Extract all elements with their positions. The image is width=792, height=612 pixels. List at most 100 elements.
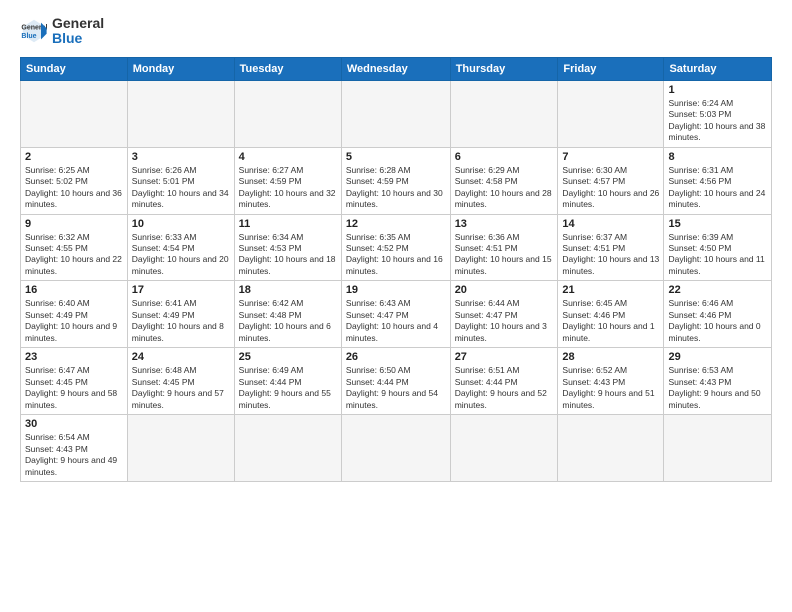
day-info: Sunrise: 6:34 AMSunset: 4:53 PMDaylight:… [239, 232, 337, 278]
calendar-day-cell [127, 415, 234, 482]
calendar-week-row: 9 Sunrise: 6:32 AMSunset: 4:55 PMDaylight… [21, 214, 772, 281]
day-number: 19 [346, 284, 446, 296]
day-number: 22 [668, 284, 767, 296]
logo-general: General [52, 16, 104, 31]
day-info: Sunrise: 6:43 AMSunset: 4:47 PMDaylight:… [346, 298, 446, 344]
page: General Blue General Blue SundayMondayTu… [0, 0, 792, 612]
day-info: Sunrise: 6:52 AMSunset: 4:43 PMDaylight:… [562, 365, 659, 411]
calendar-day-cell: 20 Sunrise: 6:44 AMSunset: 4:47 PMDayligh… [450, 281, 558, 348]
calendar-day-cell [558, 415, 664, 482]
header: General Blue General Blue [20, 16, 772, 47]
day-number: 14 [562, 218, 659, 230]
calendar-day-cell [558, 80, 664, 147]
day-info: Sunrise: 6:40 AMSunset: 4:49 PMDaylight:… [25, 298, 123, 344]
day-info: Sunrise: 6:54 AMSunset: 4:43 PMDaylight:… [25, 432, 123, 478]
day-number: 7 [562, 151, 659, 163]
day-info: Sunrise: 6:33 AMSunset: 4:54 PMDaylight:… [132, 232, 230, 278]
calendar-day-cell: 11 Sunrise: 6:34 AMSunset: 4:53 PMDayligh… [234, 214, 341, 281]
calendar-day-cell: 1 Sunrise: 6:24 AMSunset: 5:03 PMDaylight… [664, 80, 772, 147]
calendar-day-cell: 7 Sunrise: 6:30 AMSunset: 4:57 PMDaylight… [558, 147, 664, 214]
day-number: 13 [455, 218, 554, 230]
day-number: 3 [132, 151, 230, 163]
calendar-day-cell [341, 415, 450, 482]
day-info: Sunrise: 6:32 AMSunset: 4:55 PMDaylight:… [25, 232, 123, 278]
calendar-day-cell: 30 Sunrise: 6:54 AMSunset: 4:43 PMDayligh… [21, 415, 128, 482]
day-number: 16 [25, 284, 123, 296]
day-info: Sunrise: 6:53 AMSunset: 4:43 PMDaylight:… [668, 365, 767, 411]
svg-text:Blue: Blue [21, 33, 36, 40]
day-info: Sunrise: 6:37 AMSunset: 4:51 PMDaylight:… [562, 232, 659, 278]
calendar-day-cell [234, 415, 341, 482]
calendar-week-row: 23 Sunrise: 6:47 AMSunset: 4:45 PMDayligh… [21, 348, 772, 415]
day-number: 21 [562, 284, 659, 296]
day-of-week-header: Monday [127, 57, 234, 80]
day-info: Sunrise: 6:46 AMSunset: 4:46 PMDaylight:… [668, 298, 767, 344]
calendar-day-cell: 26Sunrise: 6:50 AMSunset: 4:44 PMDayligh… [341, 348, 450, 415]
day-info: Sunrise: 6:45 AMSunset: 4:46 PMDaylight:… [562, 298, 659, 344]
calendar-day-cell: 9 Sunrise: 6:32 AMSunset: 4:55 PMDaylight… [21, 214, 128, 281]
day-number: 11 [239, 218, 337, 230]
day-number: 20 [455, 284, 554, 296]
day-info: Sunrise: 6:49 AMSunset: 4:44 PMDaylight:… [239, 365, 337, 411]
day-info: Sunrise: 6:28 AMSunset: 4:59 PMDaylight:… [346, 165, 446, 211]
day-info: Sunrise: 6:35 AMSunset: 4:52 PMDaylight:… [346, 232, 446, 278]
day-number: 27 [455, 351, 554, 363]
day-info: Sunrise: 6:31 AMSunset: 4:56 PMDaylight:… [668, 165, 767, 211]
calendar-day-cell: 25 Sunrise: 6:49 AMSunset: 4:44 PMDayligh… [234, 348, 341, 415]
calendar-day-cell: 2Sunrise: 6:25 AMSunset: 5:02 PMDaylight… [21, 147, 128, 214]
calendar-day-cell: 10 Sunrise: 6:33 AMSunset: 4:54 PMDayligh… [127, 214, 234, 281]
day-info: Sunrise: 6:41 AMSunset: 4:49 PMDaylight:… [132, 298, 230, 344]
day-of-week-header: Sunday [21, 57, 128, 80]
calendar-day-cell: 16 Sunrise: 6:40 AMSunset: 4:49 PMDayligh… [21, 281, 128, 348]
day-number: 30 [25, 418, 123, 430]
calendar-day-cell: 12 Sunrise: 6:35 AMSunset: 4:52 PMDayligh… [341, 214, 450, 281]
calendar-week-row: 16 Sunrise: 6:40 AMSunset: 4:49 PMDayligh… [21, 281, 772, 348]
day-of-week-header: Tuesday [234, 57, 341, 80]
calendar-header-row: SundayMondayTuesdayWednesdayThursdayFrid… [21, 57, 772, 80]
day-number: 25 [239, 351, 337, 363]
calendar-day-cell [341, 80, 450, 147]
logo-icon: General Blue [20, 17, 48, 45]
day-info: Sunrise: 6:44 AMSunset: 4:47 PMDaylight:… [455, 298, 554, 344]
day-number: 8 [668, 151, 767, 163]
calendar-day-cell [21, 80, 128, 147]
day-number: 10 [132, 218, 230, 230]
calendar-day-cell: 5 Sunrise: 6:28 AMSunset: 4:59 PMDaylight… [341, 147, 450, 214]
calendar-week-row: 30 Sunrise: 6:54 AMSunset: 4:43 PMDayligh… [21, 415, 772, 482]
day-info: Sunrise: 6:47 AMSunset: 4:45 PMDaylight:… [25, 365, 123, 411]
calendar-day-cell: 15Sunrise: 6:39 AMSunset: 4:50 PMDayligh… [664, 214, 772, 281]
calendar-day-cell: 14 Sunrise: 6:37 AMSunset: 4:51 PMDayligh… [558, 214, 664, 281]
day-number: 12 [346, 218, 446, 230]
day-number: 24 [132, 351, 230, 363]
calendar-day-cell: 21 Sunrise: 6:45 AMSunset: 4:46 PMDayligh… [558, 281, 664, 348]
day-number: 5 [346, 151, 446, 163]
day-number: 4 [239, 151, 337, 163]
calendar-day-cell [450, 415, 558, 482]
day-info: Sunrise: 6:39 AMSunset: 4:50 PMDaylight:… [668, 232, 767, 278]
day-number: 28 [562, 351, 659, 363]
day-number: 1 [668, 84, 767, 96]
calendar-day-cell: 8 Sunrise: 6:31 AMSunset: 4:56 PMDaylight… [664, 147, 772, 214]
calendar-day-cell: 4 Sunrise: 6:27 AMSunset: 4:59 PMDaylight… [234, 147, 341, 214]
day-of-week-header: Saturday [664, 57, 772, 80]
calendar-day-cell: 28 Sunrise: 6:52 AMSunset: 4:43 PMDayligh… [558, 348, 664, 415]
calendar-day-cell: 18Sunrise: 6:42 AMSunset: 4:48 PMDayligh… [234, 281, 341, 348]
day-of-week-header: Friday [558, 57, 664, 80]
day-info: Sunrise: 6:24 AMSunset: 5:03 PMDaylight:… [668, 98, 767, 144]
day-info: Sunrise: 6:25 AMSunset: 5:02 PMDaylight:… [25, 165, 123, 211]
day-of-week-header: Wednesday [341, 57, 450, 80]
day-info: Sunrise: 6:29 AMSunset: 4:58 PMDaylight:… [455, 165, 554, 211]
calendar-day-cell: 6 Sunrise: 6:29 AMSunset: 4:58 PMDaylight… [450, 147, 558, 214]
day-number: 9 [25, 218, 123, 230]
day-number: 6 [455, 151, 554, 163]
logo: General Blue General Blue [20, 16, 104, 47]
calendar-day-cell [664, 415, 772, 482]
calendar-day-cell: 23 Sunrise: 6:47 AMSunset: 4:45 PMDayligh… [21, 348, 128, 415]
calendar-day-cell: 17Sunrise: 6:41 AMSunset: 4:49 PMDayligh… [127, 281, 234, 348]
day-number: 23 [25, 351, 123, 363]
day-info: Sunrise: 6:30 AMSunset: 4:57 PMDaylight:… [562, 165, 659, 211]
day-info: Sunrise: 6:27 AMSunset: 4:59 PMDaylight:… [239, 165, 337, 211]
day-info: Sunrise: 6:36 AMSunset: 4:51 PMDaylight:… [455, 232, 554, 278]
day-info: Sunrise: 6:42 AMSunset: 4:48 PMDaylight:… [239, 298, 337, 344]
calendar-day-cell: 19 Sunrise: 6:43 AMSunset: 4:47 PMDayligh… [341, 281, 450, 348]
